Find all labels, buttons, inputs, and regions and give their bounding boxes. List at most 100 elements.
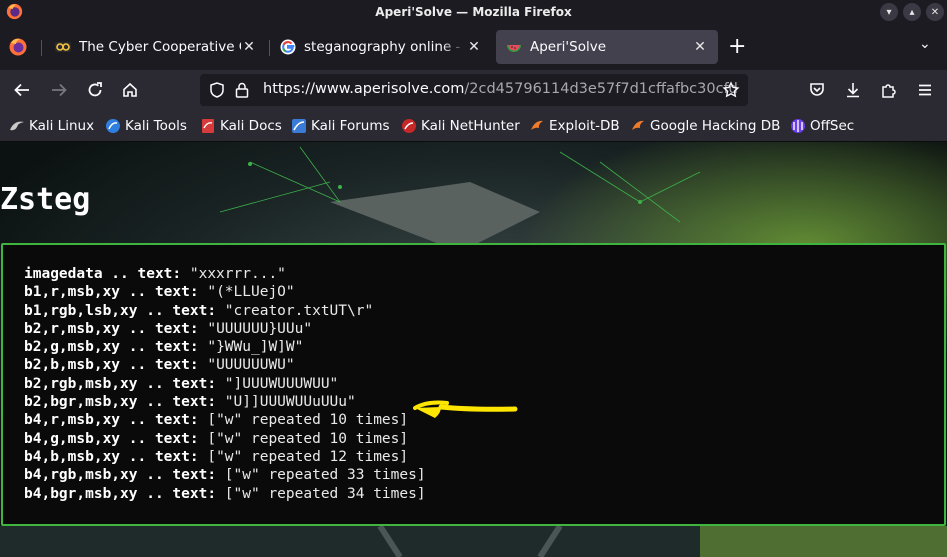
output-value: "xxxrrr..." (181, 266, 286, 282)
output-line: b2,g,msb,xy .. text: "}WWu_]W]W" (24, 338, 426, 356)
output-value: "UUUUUUWU" (198, 357, 295, 374)
minimize-button[interactable]: ▾ (880, 3, 898, 21)
output-line: b4,b,msb,xy .. text: ["w" repeated 12 ti… (24, 448, 426, 466)
bookmark-label: Kali Forums (311, 118, 390, 134)
maximize-button[interactable]: ▴ (903, 3, 921, 21)
tab-cyber-cooperative[interactable]: The Cyber Cooperative CTF ✕ (45, 30, 267, 64)
close-tab-icon[interactable]: ✕ (241, 39, 257, 55)
output-value: ["w" repeated 10 times] (198, 430, 409, 447)
cyber-cooperative-favicon (55, 42, 71, 52)
output-line: b2,b,msb,xy .. text: "UUUUUUWU" (24, 356, 426, 374)
page-content: Zsteg imagedata .. text: "xxxrrr..." b1,r… (0, 142, 947, 557)
close-tab-icon[interactable]: ✕ (466, 39, 482, 55)
forward-arrow-icon (52, 83, 67, 97)
downloads-button[interactable] (841, 79, 865, 101)
watermelon-favicon (507, 45, 521, 52)
kali-docs-icon (202, 119, 214, 133)
output-key: b2,bgr,msb,xy .. text: (24, 394, 217, 411)
bookmark-kali-tools[interactable]: Kali Tools (105, 117, 187, 135)
output-value: "(*LLUejO" (198, 284, 295, 301)
zsteg-output-panel: imagedata .. text: "xxxrrr..." b1,r,msb,x… (1, 243, 946, 526)
output-value: "}WWu_]W]W" (198, 339, 304, 356)
output-line: b1,r,msb,xy .. text: "(*LLUejO" (24, 283, 426, 301)
bookmark-kali-forums[interactable]: Kali Forums (291, 117, 390, 135)
output-key: b4,r,msb,xy .. text: (24, 412, 199, 429)
output-line: b4,bgr,msb,xy .. text: ["w" repeated 34 … (24, 485, 426, 503)
window-titlebar: Aperi'Solve — Mozilla Firefox ▾ ▴ ✕ (0, 0, 947, 24)
pocket-button[interactable] (805, 79, 829, 101)
close-icon: ✕ (930, 6, 940, 18)
output-value: "UUUUUU}UUu" (198, 320, 313, 337)
output-key: b4,b,msb,xy .. text: (24, 448, 199, 465)
firefox-view-icon[interactable] (8, 37, 28, 57)
app-menu-button[interactable] (913, 79, 937, 101)
bookmark-star-icon[interactable] (722, 81, 740, 99)
bookmark-label: Kali Docs (220, 118, 282, 134)
output-value: ["w" repeated 34 times] (216, 485, 426, 502)
address-bar[interactable]: https://www.aperisolve.com/2cd45796114d3… (200, 74, 748, 106)
firefox-icon (6, 3, 23, 20)
bookmark-google-hacking-db[interactable]: Google Hacking DB (630, 117, 780, 135)
output-key: b4,bgr,msb,xy .. text: (24, 485, 217, 502)
output-line: b4,r,msb,xy .. text: ["w" repeated 10 ti… (24, 411, 426, 429)
page-title: Zsteg (0, 182, 91, 217)
output-value: ["w" repeated 12 times] (198, 448, 409, 465)
forward-button[interactable] (47, 79, 71, 101)
back-button[interactable] (10, 79, 34, 101)
output-key: b4,g,msb,xy .. text: (24, 430, 199, 447)
output-line: b2,rgb,msb,xy .. text: "]UUUWUUUWUU" (24, 375, 426, 393)
bookmark-kali-linux[interactable]: Kali Linux (9, 117, 94, 135)
home-icon (123, 82, 137, 97)
google-favicon (280, 39, 296, 55)
bookmark-kali-nethunter[interactable]: Kali NetHunter (401, 117, 520, 135)
close-window-button[interactable]: ✕ (926, 3, 944, 21)
bookmark-exploit-db[interactable]: Exploit-DB (529, 117, 620, 135)
output-key: b2,b,msb,xy .. text: (24, 357, 199, 374)
url-path: /2cd45796114d3e57f7d1cffafbc30cfd (464, 81, 738, 97)
output-line: b4,rgb,msb,xy .. text: ["w" repeated 33 … (24, 466, 426, 484)
home-button[interactable] (118, 79, 142, 101)
output-value: "creator.txtUT\r" (216, 302, 374, 319)
url-text[interactable]: https://www.aperisolve.com/2cd45796114d3… (263, 81, 738, 97)
bookmark-label: Kali Tools (125, 118, 187, 134)
nethunter-icon (402, 119, 416, 133)
output-key: b4,rgb,msb,xy .. text: (24, 467, 217, 484)
bookmark-label: OffSec (810, 118, 855, 134)
new-tab-button[interactable]: + (728, 34, 746, 59)
download-icon (847, 83, 859, 98)
bookmark-kali-docs[interactable]: Kali Docs (200, 117, 282, 135)
minimize-icon: ▾ (886, 6, 892, 18)
tab-label: Aperi'Solve (530, 39, 606, 55)
close-tab-icon[interactable]: ✕ (692, 39, 708, 55)
output-line: b2,r,msb,xy .. text: "UUUUUU}UUu" (24, 320, 426, 338)
kali-icon (10, 121, 24, 131)
tab-aperisolve[interactable]: Aperi'Solve ✕ (496, 30, 718, 64)
zsteg-output: imagedata .. text: "xxxrrr..." b1,r,msb,x… (24, 265, 426, 503)
bookmark-label: Kali NetHunter (421, 118, 520, 134)
back-arrow-icon (14, 83, 29, 97)
bookmark-offsec[interactable]: OffSec (790, 117, 854, 135)
tab-google-search[interactable]: steganography online - Google Search ✕ (270, 30, 492, 64)
url-host: https://www.aperisolve.com (263, 81, 465, 97)
pocket-icon (810, 83, 824, 96)
tab-bar: The Cyber Cooperative CTF ✕ steganograph… (0, 24, 947, 70)
ghdb-icon (632, 120, 644, 130)
bookmark-label: Kali Linux (29, 118, 95, 134)
output-key: b2,g,msb,xy .. text: (24, 339, 199, 356)
hamburger-menu-icon (919, 84, 931, 96)
lock-icon[interactable] (234, 81, 250, 99)
bookmark-label: Google Hacking DB (650, 118, 781, 134)
reload-button[interactable] (83, 79, 107, 101)
shield-icon[interactable] (208, 81, 226, 99)
exploit-db-icon (531, 120, 543, 130)
extensions-button[interactable] (877, 79, 901, 101)
offsec-icon (791, 119, 805, 133)
output-key: b2,r,msb,xy .. text: (24, 320, 199, 337)
list-all-tabs-icon[interactable]: ⌄ (919, 36, 931, 52)
output-value: ["w" repeated 10 times] (198, 412, 409, 429)
maximize-icon: ▴ (909, 6, 915, 18)
output-value: ["w" repeated 33 times] (216, 467, 426, 484)
output-key: b2,rgb,msb,xy .. text: (24, 375, 217, 392)
bookmark-label: Exploit-DB (549, 118, 620, 134)
kali-forums-icon (292, 119, 306, 133)
